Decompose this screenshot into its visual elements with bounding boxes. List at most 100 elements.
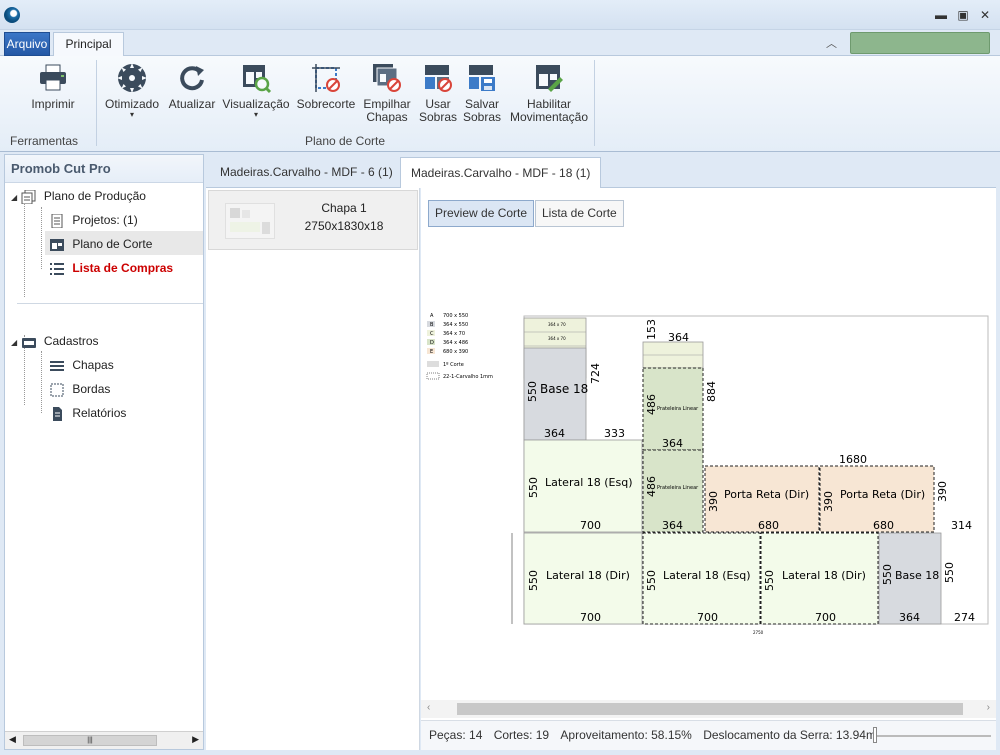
enable-move-icon: [536, 65, 563, 92]
dim-label: 550: [527, 570, 540, 591]
cut-plan-icon: [50, 238, 64, 251]
collapse-triangle-icon[interactable]: ◢: [11, 338, 17, 347]
scroll-left-icon[interactable]: ‹: [427, 702, 430, 713]
tab-mdf-6[interactable]: Madeiras.Carvalho - MDF - 6 (1): [210, 157, 403, 188]
close-icon[interactable]: ✕: [978, 8, 992, 22]
piece-label: Base 18: [895, 569, 939, 582]
dim-label: 333: [604, 427, 625, 440]
app-logo-icon[interactable]: [4, 7, 20, 23]
sidebar-scrollbar[interactable]: ◀ ||| ▶: [5, 731, 203, 749]
legend: A 700 x 550 B 364 x 550 C 364 x 70 D 364…: [426, 312, 493, 380]
legend-text: 364 x 486: [443, 340, 468, 346]
sidebar-item-label: Lista de Compras: [72, 261, 174, 275]
legend-key: E: [430, 349, 433, 355]
collapse-ribbon-icon[interactable]: ︿: [826, 35, 837, 51]
sheet-thumbnail: [225, 203, 275, 239]
sidebar-item-plano-de-corte[interactable]: Plano de Corte: [49, 233, 152, 255]
title-bar: ▬ ▣ ✕: [0, 0, 1000, 30]
status-pecas: Peças: 14: [429, 728, 483, 742]
zoom-slider-thumb[interactable]: [873, 727, 877, 743]
legend-swatch: [426, 372, 440, 380]
status-deslocamento: Deslocamento da Serra: 13.94m: [703, 728, 876, 742]
sidebar-title: Promob Cut Pro: [5, 155, 203, 183]
tab-arquivo[interactable]: Arquivo: [4, 32, 50, 56]
dim-label: 274: [954, 611, 975, 624]
scroll-right-icon[interactable]: ›: [987, 702, 990, 713]
scrollbar-thumb[interactable]: |||: [23, 735, 157, 746]
group-label-ferramentas: Ferramentas: [10, 134, 79, 148]
sidebar-item-projetos[interactable]: Projetos: (1): [49, 209, 138, 231]
piece-label: Porta Reta (Dir): [724, 488, 809, 501]
tab-principal[interactable]: Principal: [53, 32, 124, 57]
scroll-right-icon[interactable]: ▶: [192, 734, 199, 745]
sidebar-item-relatorios[interactable]: Relatórios: [49, 402, 126, 424]
dim-label: 364: [544, 427, 565, 440]
tab-mdf-18[interactable]: Madeiras.Carvalho - MDF - 18 (1): [400, 157, 602, 188]
dim-label: 700: [815, 611, 836, 624]
atualizar-button[interactable]: Atualizar: [168, 62, 216, 111]
dim-label: 550: [943, 562, 956, 583]
piece-label: Lateral 18 (Dir): [782, 569, 866, 582]
status-bar: Peças: 14 Cortes: 19 Aproveitamento: 58.…: [421, 720, 996, 750]
legend-text: 364 x 550: [443, 322, 468, 328]
maximize-icon[interactable]: ▣: [956, 8, 970, 22]
salvar-sobras-button[interactable]: Salvar Sobras: [462, 62, 502, 124]
sidebar-item-bordas[interactable]: Bordas: [49, 378, 110, 400]
dim-label: 364: [662, 437, 683, 450]
sheet-dims: 2750x1830x18: [304, 219, 384, 233]
sobrecorte-button[interactable]: Sobrecorte: [296, 62, 356, 111]
dim-label: 550: [526, 381, 539, 402]
usar-sobras-button[interactable]: Usar Sobras: [418, 62, 458, 124]
sidebar-item-label: Bordas: [72, 382, 111, 396]
dim-label: 550: [763, 570, 776, 591]
dim-label: 390: [936, 481, 949, 502]
scrollbar-thumb[interactable]: [457, 703, 963, 715]
zoom-slider-track[interactable]: [875, 735, 991, 737]
visualizacao-button[interactable]: Visualização ▾: [222, 62, 290, 119]
dim-label: 700: [580, 519, 601, 532]
sidebar: Promob Cut Pro ◢ Plano de Produção Proje…: [4, 154, 204, 750]
collapse-triangle-icon[interactable]: ◢: [11, 193, 17, 202]
ribbon-divider: [594, 60, 595, 146]
usar-label-2: Sobras: [418, 110, 458, 124]
sheets-icon: [50, 360, 64, 371]
atualizar-label: Atualizar: [168, 97, 216, 111]
empilhar-chapas-button[interactable]: Empilhar Chapas: [360, 62, 414, 124]
sidebar-item-label: Cadastros: [43, 334, 99, 348]
sidebar-item-label: Chapas: [72, 358, 114, 372]
search-box[interactable]: [850, 32, 990, 54]
dim-label: 700: [580, 611, 601, 624]
sidebar-item-lista-de-compras[interactable]: Lista de Compras: [49, 257, 173, 279]
otimizado-button[interactable]: Otimizado ▾: [104, 62, 160, 119]
legend-key: C: [430, 331, 434, 337]
minimize-icon[interactable]: ▬: [934, 8, 948, 22]
dim-label: 364: [899, 611, 920, 624]
edges-icon: [50, 383, 64, 397]
sidebar-item-plano-de-producao[interactable]: ◢ Plano de Produção: [11, 185, 146, 207]
visualization-icon: [243, 65, 272, 94]
dim-label: 390: [707, 491, 720, 512]
dropdown-arrow-icon: ▾: [253, 110, 258, 119]
status-cortes: Cortes: 19: [493, 728, 550, 742]
use-scraps-icon: [425, 65, 452, 92]
habilitar-movimentacao-button[interactable]: Habilitar Movimentação: [508, 62, 590, 124]
sidebar-item-label: Projetos: (1): [72, 213, 138, 227]
dim-label: 550: [645, 570, 658, 591]
status-aproveitamento: Aproveitamento: 58.15%: [560, 728, 692, 742]
habilitar-label-2: Movimentação: [509, 110, 589, 124]
legend-text: 1º Corte: [443, 362, 464, 368]
tree-divider: [17, 303, 203, 304]
stack-sheets-icon: [373, 64, 401, 92]
piece-label: Prateleira Linear: [657, 485, 699, 491]
sidebar-item-chapas[interactable]: Chapas: [49, 354, 114, 376]
sidebar-item-cadastros[interactable]: ◢ Cadastros: [11, 330, 99, 352]
scroll-left-icon[interactable]: ◀: [9, 734, 16, 745]
sobrecorte-label: Sobrecorte: [296, 97, 356, 111]
imprimir-button[interactable]: Imprimir: [28, 62, 78, 111]
sheet-item[interactable]: Chapa 1 2750x1830x18: [208, 190, 418, 250]
tree-connector: [41, 207, 42, 269]
preview-scrollbar[interactable]: ‹ ›: [421, 700, 996, 718]
legend-key: A: [430, 313, 434, 319]
sheet-name: Chapa 1: [321, 201, 367, 215]
legend-text: 364 x 70: [443, 331, 465, 337]
